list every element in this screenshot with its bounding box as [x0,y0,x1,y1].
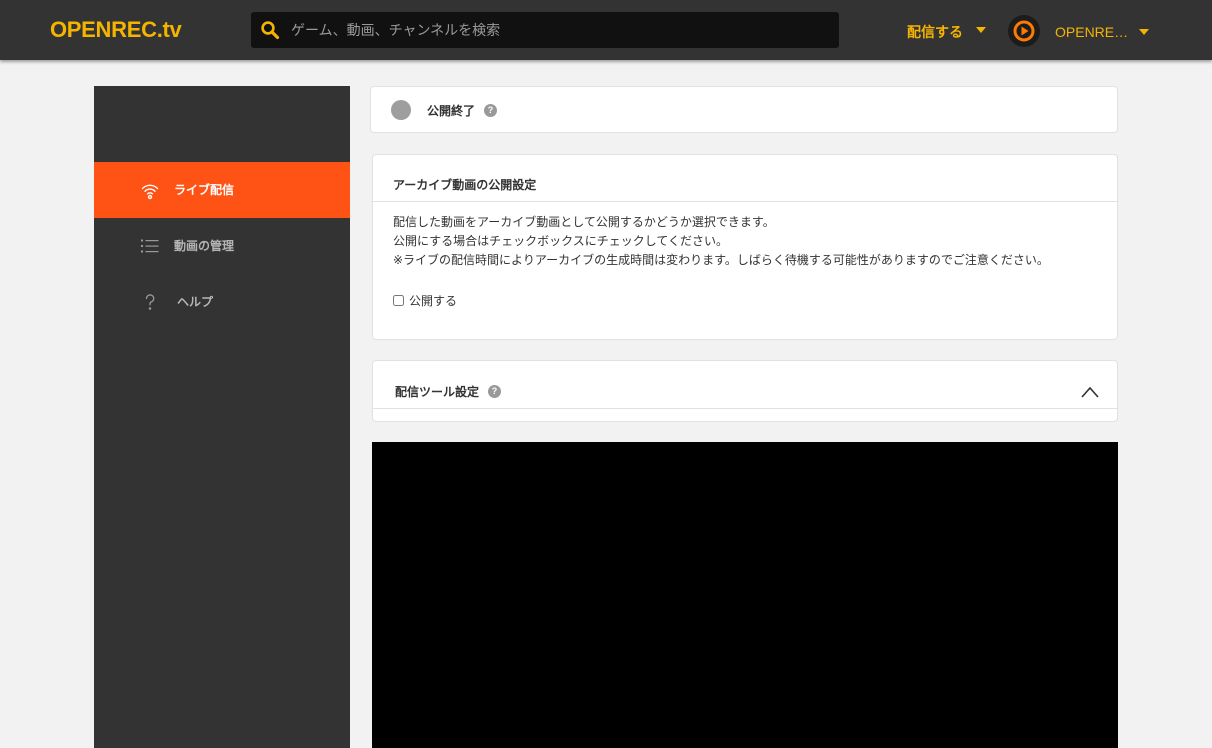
sidebar-item-videos[interactable]: 動画の管理 [94,218,350,274]
help-icon[interactable] [484,104,497,117]
status-dot [391,100,411,120]
archive-settings-card: アーカイブ動画の公開設定 配信した動画をアーカイブ動画として公開するかどうか選択… [372,154,1118,340]
description-line: 配信した動画をアーカイブ動画として公開するかどうか選択できます。 [393,215,775,229]
openrec-logo[interactable]: OPENREC.tv [50,17,182,43]
top-header: OPENREC.tv 配信する OPENRE… [0,0,1212,60]
question-icon [140,292,160,312]
description-line: ※ライブの配信時間によりアーカイブの生成時間は変わります。しばらく待機する可能性… [393,253,1049,267]
sidebar-item-live[interactable]: ライブ配信 [94,162,350,218]
sidebar-item-label: ライブ配信 [174,183,235,197]
caret-down-icon[interactable] [976,27,986,33]
video-preview[interactable] [372,442,1118,748]
list-icon [140,236,160,256]
divider [373,201,1117,202]
broadcast-icon [140,180,160,200]
search-bar[interactable] [251,12,839,48]
status-label: 公開終了 [427,104,476,118]
search-input[interactable] [291,12,831,48]
broadcast-menu-button[interactable]: 配信する [907,23,963,41]
sidebar-item-label: ヘルプ [177,295,214,309]
chevron-up-icon[interactable] [1081,385,1099,398]
archive-settings-title: アーカイブ動画の公開設定 [393,178,537,192]
avatar[interactable] [1008,15,1040,47]
tool-settings-card: 配信ツール設定 [372,360,1118,422]
sidebar: ライブ配信 動画の管理 ヘルプ [94,86,350,748]
sidebar-item-help[interactable]: ヘルプ [94,274,350,330]
publish-checkbox[interactable] [393,295,404,306]
description-line: 公開にする場合はチェックボックスにチェックしてください。 [393,234,729,248]
sidebar-item-label: 動画の管理 [174,239,235,253]
caret-down-icon[interactable] [1139,29,1149,35]
divider [373,408,1117,409]
help-icon[interactable] [488,385,501,398]
search-icon[interactable] [260,20,280,40]
publish-status-card: 公開終了 [370,86,1118,133]
tool-settings-title: 配信ツール設定 [395,385,480,399]
archive-description: 配信した動画をアーカイブ動画として公開するかどうか選択できます。 公開にする場合… [393,213,1049,270]
publish-checkbox-label[interactable]: 公開する [409,293,457,309]
user-menu-name[interactable]: OPENRE… [1055,23,1128,41]
